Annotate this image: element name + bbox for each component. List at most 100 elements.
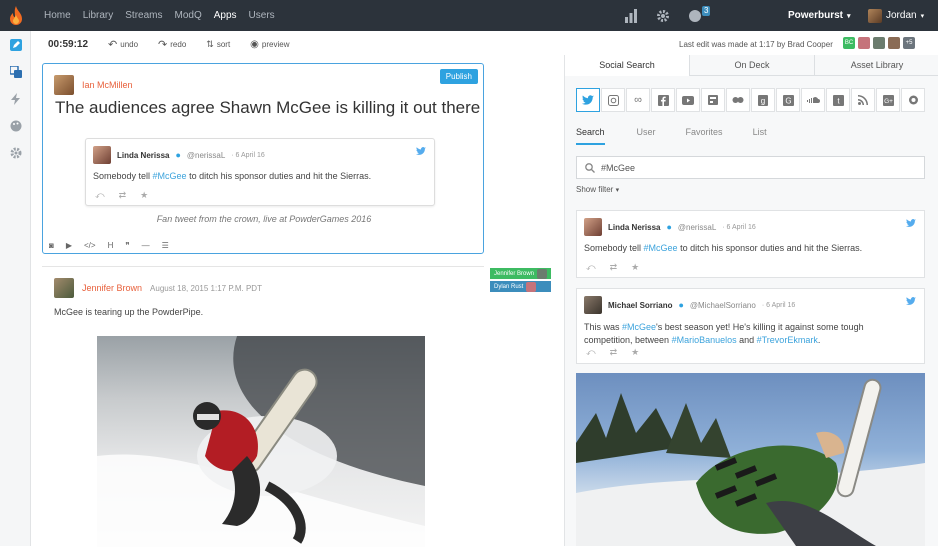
retweet-icon[interactable]: ⇄ (610, 262, 618, 273)
show-filter-toggle[interactable]: Show filter ▾ (576, 185, 619, 194)
reply-icon[interactable]: ⤺ (95, 190, 105, 201)
tumblr-icon[interactable]: t (826, 88, 850, 112)
tweet-date: · 6 April 16 (231, 151, 265, 159)
tab-social-search[interactable]: Social Search (565, 55, 689, 76)
nav-modq[interactable]: ModQ (169, 10, 208, 21)
notifications-icon[interactable] (688, 9, 702, 23)
settings-gear-icon[interactable] (656, 9, 670, 23)
divider-icon[interactable]: — (142, 241, 150, 250)
reply-icon[interactable]: ⤺ (586, 262, 596, 273)
search-result-photo[interactable] (576, 373, 925, 546)
flame-logo-icon[interactable] (0, 0, 32, 31)
hashtag-link[interactable]: #McGee (644, 243, 678, 253)
more-collaborators[interactable]: +5 (903, 37, 915, 49)
subtab-favorites[interactable]: Favorites (686, 127, 737, 145)
tweet-caption[interactable]: Fan tweet from the crown, live at Powder… (43, 214, 485, 224)
sidebar-theme[interactable] (0, 112, 31, 139)
undo-button[interactable]: ↶ undo (108, 38, 138, 51)
nav-home[interactable]: Home (38, 10, 77, 21)
hashtag-link[interactable]: #McGee (153, 171, 187, 181)
publish-button[interactable]: Publish (439, 69, 478, 84)
tweet-text-part: Somebody tell (93, 171, 153, 181)
search-result-tweet[interactable]: Michael Sorriano ● @MichaelSorriano · 6 … (576, 288, 925, 364)
author-name[interactable]: Jennifer Brown (82, 283, 142, 293)
sidebar-stream[interactable] (0, 58, 31, 85)
collaborator-avatar[interactable] (873, 37, 885, 49)
facebook-icon[interactable] (651, 88, 675, 112)
code-icon[interactable]: </> (84, 241, 96, 250)
last-edit-info: Last edit was made at 1:17 by Brad Coope… (679, 40, 833, 49)
favorite-star-icon[interactable]: ★ (140, 190, 148, 201)
redo-button[interactable]: ↷ redo (158, 38, 186, 51)
post-text[interactable]: McGee is tearing up the PowderPipe. (54, 307, 203, 317)
preview-button[interactable]: ◉ preview (250, 39, 289, 50)
hashtag-link[interactable]: #McGee (622, 322, 656, 332)
nav-apps[interactable]: Apps (208, 10, 243, 21)
periscope-icon[interactable] (901, 88, 925, 112)
active-post-editor[interactable]: Publish Ian McMillen The audiences agree… (42, 63, 484, 254)
tweet-header: Linda Nerissa ● @nerissaL · 6 April 16 (584, 218, 756, 236)
subtab-search[interactable]: Search (576, 127, 605, 145)
retweet-icon[interactable]: ⇄ (610, 347, 618, 358)
user-avatar (868, 8, 882, 23)
org-switcher[interactable]: Powerburst ▾ (788, 0, 851, 31)
lane-jennifer-brown[interactable]: Jennifer Brown (490, 268, 552, 279)
editor-toolbar: 00:59:12 ↶ undo ↷ redo ⇅ sort ◉ preview Last… (31, 31, 938, 58)
hashtag-link[interactable]: #MarioBanuelos (672, 335, 737, 345)
post-headline[interactable]: The audiences agree Shawn McGee is killi… (55, 98, 480, 118)
collaborator-avatar[interactable]: BC (843, 37, 855, 49)
sidebar-edit[interactable] (0, 31, 31, 58)
tab-asset-library[interactable]: Asset Library (814, 55, 938, 76)
lane-dylan-rust[interactable]: Dylan Rust (490, 281, 552, 292)
twitter-icon[interactable] (576, 88, 600, 112)
sidebar-settings[interactable] (0, 139, 31, 166)
post-item[interactable]: Jennifer Brown August 18, 2015 1:17 P.M.… (42, 266, 484, 547)
reply-icon[interactable]: ⤺ (586, 347, 596, 358)
show-filter-label: Show filter (576, 185, 614, 194)
hashtag-link[interactable]: #TrevorEkmark (757, 335, 818, 345)
user-menu[interactable]: Jordan ▾ (868, 0, 924, 31)
nav-streams[interactable]: Streams (119, 10, 168, 21)
search-result-tweet[interactable]: Linda Nerissa ● @nerissaL · 6 April 16 S… (576, 210, 925, 278)
rss-block-icon[interactable] (701, 88, 725, 112)
quote-icon[interactable]: ❞ (125, 241, 129, 250)
format-toolbar: ◙ ▶ </> H ❞ — ☰ (43, 236, 485, 254)
google-news-icon[interactable]: g (751, 88, 775, 112)
editor-lanes: Jennifer Brown Dylan Rust (490, 268, 552, 294)
nav-library[interactable]: Library (77, 10, 120, 21)
chevron-down-icon: ▾ (615, 187, 620, 194)
youtube-icon[interactable] (676, 88, 700, 112)
collaborator-avatar[interactable] (888, 37, 900, 49)
subtab-list[interactable]: List (753, 127, 781, 145)
soundcloud-icon[interactable] (801, 88, 825, 112)
user-name: Jordan (886, 10, 917, 21)
heading-icon[interactable]: H (108, 241, 114, 250)
list-icon[interactable]: ☰ (162, 241, 169, 250)
favorite-star-icon[interactable]: ★ (631, 262, 639, 273)
nav-users[interactable]: Users (243, 10, 281, 21)
twitter-bird-icon (906, 219, 916, 227)
embedded-tweet: Linda Nerissa ● @nerissaL · 6 April 16 S… (85, 138, 435, 206)
camera-icon[interactable]: ◙ (49, 241, 54, 250)
google-search-icon[interactable]: G (776, 88, 800, 112)
analytics-icon[interactable] (624, 8, 638, 23)
sidebar-automations[interactable] (0, 85, 31, 112)
collaborator-avatar[interactable] (858, 37, 870, 49)
tweet-actions: ⤺ ⇄ ★ (586, 347, 639, 358)
link-icon[interactable]: ∞ (626, 88, 650, 112)
subtab-user[interactable]: User (637, 127, 670, 145)
retweet-icon[interactable]: ⇄ (119, 190, 127, 201)
sort-button[interactable]: ⇅ sort (206, 39, 230, 50)
video-icon[interactable]: ▶ (66, 241, 72, 250)
author-name[interactable]: Ian McMillen (82, 80, 133, 90)
tab-on-deck[interactable]: On Deck (689, 55, 814, 76)
tweet-text-part: to ditch his sponsor duties and hit the … (186, 171, 372, 181)
rss-icon[interactable] (851, 88, 875, 112)
lightning-icon (10, 92, 20, 105)
flickr-icon[interactable] (726, 88, 750, 112)
snowboarder-photo[interactable] (97, 336, 425, 547)
instagram-icon[interactable] (601, 88, 625, 112)
favorite-star-icon[interactable]: ★ (631, 347, 639, 358)
google-plus-icon[interactable]: G+ (876, 88, 900, 112)
search-input[interactable] (601, 162, 901, 173)
